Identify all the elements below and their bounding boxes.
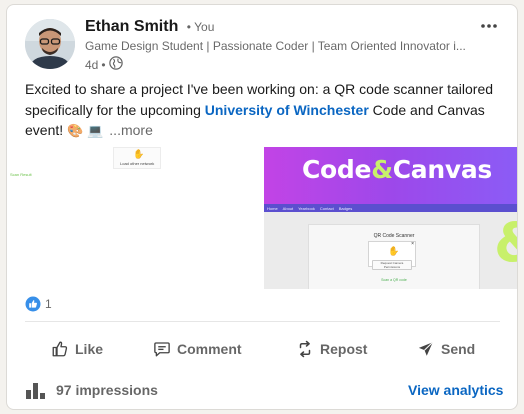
- post-options-button[interactable]: [474, 13, 504, 39]
- author-avatar[interactable]: [25, 19, 75, 69]
- close-icon: ×: [411, 241, 414, 247]
- comment-label: Comment: [177, 341, 242, 357]
- author-headline: Game Design Student | Passionate Coder |…: [85, 39, 465, 53]
- website-nav-item: About: [282, 205, 294, 211]
- scanner-note: Scan a QR code: [381, 278, 407, 282]
- scanner-title: QR Code Scanner: [373, 233, 415, 239]
- reactions-summary[interactable]: 1: [25, 296, 52, 312]
- impressions-stat[interactable]: 97 impressions: [25, 381, 158, 399]
- thumbnail-label: Load other network: [120, 161, 155, 166]
- website-body: QR Code Scanner × ✋ Request Camera Permi…: [264, 212, 517, 289]
- thumbs-up-reaction-icon: [25, 296, 41, 312]
- like-label: Like: [75, 341, 104, 357]
- scanner-thumbnail: ✋ Load other network: [113, 147, 161, 169]
- post-text: Excited to share a project I've been wor…: [25, 79, 510, 142]
- send-button[interactable]: Send: [417, 331, 475, 367]
- send-label: Send: [441, 341, 476, 357]
- comment-button[interactable]: Comment: [153, 331, 242, 367]
- decorative-ampersand: &: [494, 216, 517, 270]
- post-time: 4d: [85, 57, 99, 72]
- impressions-count: 97 impressions: [56, 382, 158, 398]
- banner-title: Code&Canvas: [302, 155, 492, 184]
- author-name[interactable]: Ethan Smith: [85, 18, 178, 35]
- like-button[interactable]: Like: [51, 331, 103, 367]
- repost-button[interactable]: Repost: [296, 331, 367, 367]
- banner-title-canvas: Canvas: [392, 155, 493, 184]
- website-nav-item: Badges: [338, 205, 353, 211]
- post-image-right[interactable]: Code&Canvas Home About Yearbook Contact …: [264, 147, 517, 289]
- laptop-emoji: 💻: [87, 123, 104, 138]
- hand-icon: ✋: [133, 149, 145, 159]
- post-image-left[interactable]: ✋ Load other network Scan Result: [7, 147, 261, 295]
- post-card: Ethan Smith • You Game Design Student | …: [6, 4, 518, 410]
- hand-icon: ✋: [388, 246, 400, 256]
- see-more-link[interactable]: ...more: [109, 122, 153, 138]
- author-line: Ethan Smith • You: [85, 18, 214, 36]
- website-nav: Home About Yearbook Contact Badges: [264, 204, 517, 212]
- ellipsis-icon: [481, 24, 497, 28]
- website-nav-item: Contact: [319, 205, 334, 211]
- reaction-count: 1: [45, 297, 52, 311]
- comment-icon: [154, 342, 170, 357]
- globe-icon: [108, 56, 123, 73]
- website-nav-item: Yearbook: [298, 205, 315, 211]
- camera-permission-button: Request Camera Permissions: [372, 260, 412, 270]
- like-icon: [52, 341, 68, 357]
- palette-emoji: 🎨: [67, 123, 84, 138]
- banner-title-code: Code: [302, 155, 372, 184]
- view-analytics-link[interactable]: View analytics: [408, 382, 503, 398]
- connection-degree: • You: [186, 20, 215, 34]
- post-meta: 4d •: [85, 56, 123, 73]
- scanner-card: × ✋ Request Camera Permissions: [368, 241, 416, 270]
- meta-separator: •: [101, 57, 106, 72]
- website-banner: Code&Canvas: [264, 147, 517, 204]
- divider: [25, 321, 500, 322]
- send-icon: [418, 341, 434, 356]
- repost-icon: [299, 340, 311, 358]
- mention-link[interactable]: University of Winchester: [205, 102, 369, 118]
- website-nav-item: Home: [267, 205, 278, 211]
- banner-ampersand: &: [371, 155, 393, 184]
- scanner-panel: QR Code Scanner × ✋ Request Camera Permi…: [308, 224, 480, 289]
- repost-label: Repost: [320, 341, 368, 357]
- bar-chart-icon: [26, 383, 45, 399]
- scan-result-text: Scan Result: [10, 172, 32, 177]
